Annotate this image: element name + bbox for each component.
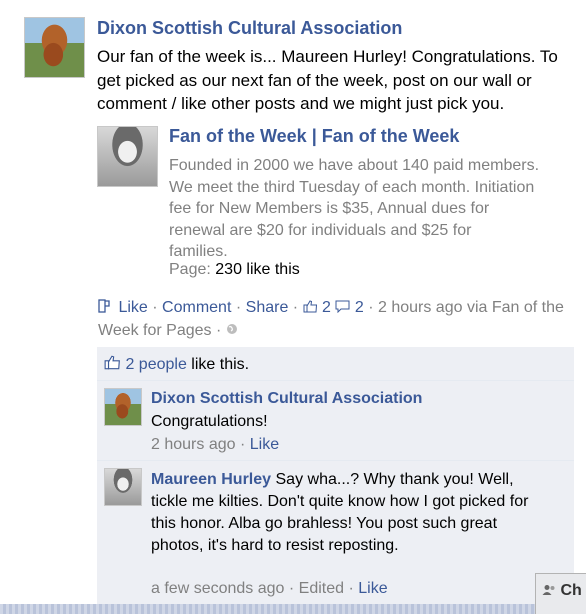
like-link[interactable]: Like <box>118 299 147 316</box>
page-avatar[interactable] <box>24 17 85 78</box>
separator-dot: · <box>239 436 246 453</box>
comment-item: Dixon Scottish Cultural Association Cong… <box>97 381 574 459</box>
share-link[interactable]: Share <box>246 299 289 316</box>
separator-dot: · <box>288 580 295 597</box>
like-thumb-icon <box>104 355 125 373</box>
separator-dot: · <box>368 299 374 316</box>
comment-timestamp[interactable]: 2 hours ago <box>151 436 236 453</box>
attachment-page-likes: Page: 230 like this <box>169 261 300 279</box>
comment-count[interactable]: 2 <box>355 299 364 316</box>
globe-icon <box>226 322 238 339</box>
post-actions: Like · Comment · Share · 2 2 · 2 hours a… <box>98 296 584 342</box>
chat-tab[interactable]: Ch <box>535 573 586 614</box>
separator-dot: · <box>235 299 242 316</box>
comment-item: Maureen Hurley Say wha...? Why thank you… <box>97 461 574 606</box>
attachment-page-like-count: 230 like this <box>215 261 300 278</box>
likes-summary: 2 people like this. <box>104 355 249 374</box>
chat-person-icon <box>542 582 560 599</box>
attachment-thumbnail[interactable] <box>97 126 158 187</box>
attachment-page-label: Page: <box>169 261 211 278</box>
post-author-name[interactable]: Dixon Scottish Cultural Association <box>97 18 402 39</box>
comment-bubble-icon <box>335 299 354 316</box>
separator-dot: · <box>292 299 299 316</box>
attachment-description: Founded in 2000 we have about 140 paid m… <box>169 157 540 260</box>
comment-meta: 2 hours ago · Like <box>151 436 279 454</box>
comment-link[interactable]: Comment <box>162 299 231 316</box>
attachment-title[interactable]: Fan of the Week | Fan of the Week <box>169 126 459 147</box>
likes-suffix: like this. <box>186 356 250 373</box>
separator-dot: · <box>152 299 158 316</box>
separator-dot: · <box>216 322 222 339</box>
comment-timestamp[interactable]: a few seconds ago <box>151 580 284 597</box>
post-message: Our fan of the week is... Maureen Hurley… <box>97 47 558 113</box>
comment-body: Maureen Hurley Say wha...? Why thank you… <box>151 469 529 557</box>
comment-text: Congratulations! <box>151 413 268 430</box>
like-action-icon <box>98 299 118 316</box>
comment-edited[interactable]: Edited <box>299 580 344 597</box>
like-thumb-icon <box>303 299 322 316</box>
like-count[interactable]: 2 <box>322 299 331 316</box>
commenter-avatar[interactable] <box>104 468 142 506</box>
comment-like-link[interactable]: Like <box>358 580 387 597</box>
comment-like-link[interactable]: Like <box>250 436 279 453</box>
commenter-name[interactable]: Dixon Scottish Cultural Association <box>151 390 422 408</box>
comment-meta: a few seconds ago · Edited · Like <box>151 580 388 598</box>
commenter-avatar[interactable] <box>104 388 142 426</box>
chat-label: Ch <box>560 582 582 599</box>
likers-link[interactable]: 2 people <box>125 356 186 373</box>
commenter-name[interactable]: Maureen Hurley <box>151 471 271 488</box>
window-bottom-strip <box>0 604 535 614</box>
separator-dot: · <box>348 580 354 597</box>
